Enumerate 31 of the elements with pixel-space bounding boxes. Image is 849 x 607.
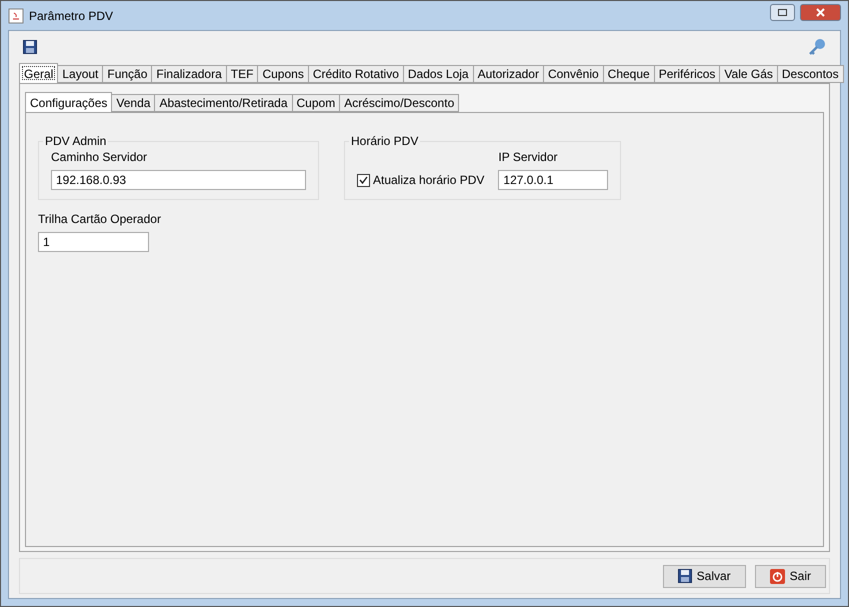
- tab[interactable]: Descontos: [776, 65, 844, 83]
- input-field[interactable]: 192.168.0.93: [51, 170, 306, 190]
- tab[interactable]: TEF: [226, 65, 258, 83]
- field-label: IP Servidor: [498, 150, 559, 164]
- tab[interactable]: Vale Gás: [719, 65, 778, 83]
- tab[interactable]: Finalizadora: [151, 65, 227, 83]
- field-label: Trilha Cartão Operador: [38, 212, 162, 226]
- tab[interactable]: Cupom: [292, 94, 340, 112]
- tab[interactable]: Layout: [57, 65, 104, 83]
- tab[interactable]: Cupons: [257, 65, 309, 83]
- tab[interactable]: Venda: [111, 94, 156, 112]
- tab[interactable]: Convênio: [542, 65, 604, 83]
- field-label: Caminho Servidor: [51, 150, 148, 164]
- input-field[interactable]: 1: [38, 232, 149, 252]
- tab[interactable]: Autorizador: [472, 65, 544, 83]
- exit-button[interactable]: Sair: [754, 564, 826, 588]
- group-title: Horário PDV: [350, 134, 420, 148]
- tab[interactable]: Dados Loja: [402, 65, 474, 83]
- tab[interactable]: Função: [102, 65, 152, 83]
- tab[interactable]: Periféricos: [654, 65, 720, 83]
- checkbox[interactable]: Atualiza horário PDV: [357, 170, 484, 190]
- group-title: PDV Admin: [44, 134, 108, 148]
- tab[interactable]: Acréscimo/Desconto: [339, 94, 460, 112]
- tab[interactable]: Configurações: [25, 92, 112, 112]
- window-title: Parâmetro PDV: [29, 8, 114, 22]
- tab[interactable]: Abastecimento/Retirada: [154, 94, 293, 112]
- tab[interactable]: Crédito Rotativo: [308, 65, 404, 83]
- save-button[interactable]: Salvar: [662, 564, 746, 588]
- tab[interactable]: Geral: [19, 63, 58, 83]
- input-field[interactable]: 127.0.0.1: [498, 170, 608, 190]
- tab[interactable]: Cheque: [602, 65, 655, 83]
